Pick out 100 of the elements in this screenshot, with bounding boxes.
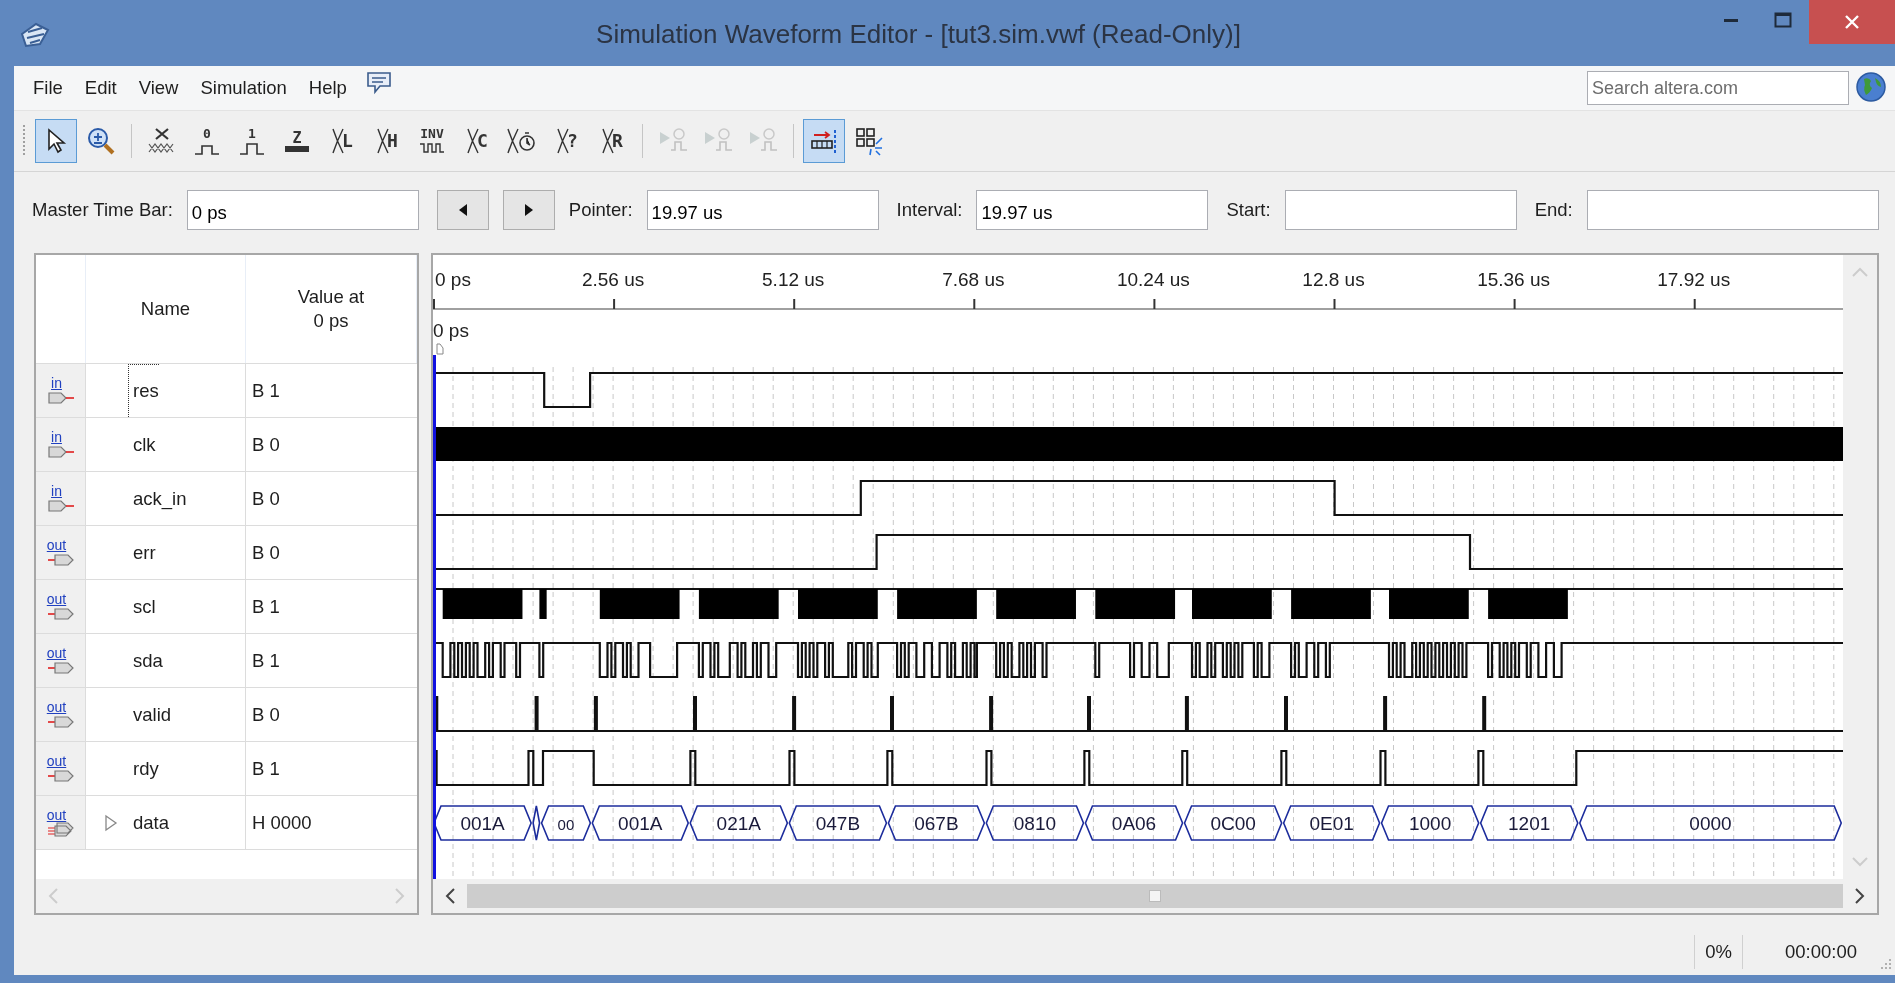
bus-value: 1000 [1408,813,1452,834]
time-label: 12.8 us [1302,269,1365,290]
time-label: 2.56 us [581,269,645,290]
bus-value: 047B [815,813,861,834]
signal-value: H 0000 [252,811,312,834]
field-label: Pointer: [568,198,633,221]
toolbar-button[interactable]: Z [276,119,318,163]
left-triangle-icon [457,202,468,217]
chevron-up-icon [1851,266,1869,278]
magnifier-icon [86,126,116,156]
toolbar-button[interactable]: R [591,119,633,163]
port-arrow-icon [46,767,75,784]
signal-name: err [132,541,156,565]
window-title: Simulation Waveform Editor - [tut3.sim.vwf (Read-Only)] [595,19,1242,50]
direction-label: out [46,591,67,606]
time-field[interactable]: 0 ps [186,189,419,230]
time-field[interactable] [1284,189,1517,230]
scrollbar-thumb[interactable] [467,884,1843,908]
bus-value: 001A [618,813,663,834]
signal-name: res [128,364,159,417]
time-bar-handle-icon [437,344,443,354]
grid-icon [854,126,884,156]
signal-value: B 1 [252,595,280,618]
column-header: Name [140,296,191,321]
port-arrow-icon [46,659,75,676]
direction-label: out [46,807,67,822]
signal-value: B 1 [252,757,280,780]
toolbar-button[interactable]: ? [546,119,588,163]
cursor-icon [45,127,67,155]
menu-item[interactable]: File [22,73,74,103]
bus-value: 021A [716,813,761,834]
toolbar-button[interactable] [35,119,77,163]
toolbar-button[interactable]: L [321,119,363,163]
bar-icon [285,145,309,152]
port-arrow-icon [46,821,75,838]
expand-arrow-icon[interactable] [104,813,118,832]
cross-wave-icon [331,126,346,156]
time-field[interactable] [1586,189,1879,230]
signal-value: B 0 [252,487,280,510]
time-field[interactable]: 19.97 us [976,189,1209,230]
time-field[interactable]: 19.97 us [646,189,879,230]
direction-label: in [51,429,62,444]
toolbar-button[interactable] [803,119,845,163]
previous-button[interactable] [436,189,489,230]
chevron-left-icon [47,887,59,905]
speech-bubble-icon [365,70,392,95]
direction-label: out [46,645,67,660]
signal-name: data [132,811,169,835]
bus-value: 0E01 [1309,813,1354,834]
signal-name: clk [132,433,156,457]
column-header: Value at 0 ps [297,284,365,333]
toolbar-button[interactable]: INV [411,119,453,163]
signal-name: valid [132,703,172,727]
menu-item[interactable]: Edit [73,73,128,103]
port-arrow-icon [46,389,75,406]
time-bar-label: 0 ps [433,320,469,341]
signal-value: B 1 [252,379,280,402]
field-label: Start: [1226,198,1271,221]
time-label: 15.36 us [1477,269,1551,290]
menu-item[interactable]: View [127,73,190,103]
time-label: 17.92 us [1657,269,1731,290]
bus-value: 0810 [1013,813,1057,834]
direction-label: in [51,483,62,498]
time-label: 7.68 us [942,269,1005,290]
menu-item[interactable]: Simulation [189,73,298,103]
port-arrow-icon [46,713,75,730]
bus-value: 0C00 [1210,813,1256,834]
close-icon [1844,14,1860,30]
signal-name: scl [132,595,156,619]
toolbar-button[interactable]: 1 [231,119,273,163]
search-field[interactable]: Search altera.com [1587,71,1849,105]
time-label: 5.12 us [762,269,825,290]
resize-grip-icon [1881,959,1891,969]
bus-value: 00 [557,816,575,833]
toolbar-button[interactable]: H [366,119,408,163]
menu-item[interactable]: Help [297,73,358,103]
direction-label: out [46,699,67,714]
direction-label: out [46,753,67,768]
port-arrow-icon [46,605,75,622]
field-label: Master Time Bar: [32,198,173,221]
clock-icon [506,126,538,156]
next-button[interactable] [502,189,555,230]
signal-name: sda [132,649,163,673]
port-arrow-icon [46,551,75,568]
elapsed-time: 00:00:00 [1785,941,1857,962]
bus-value: 0000 [1689,813,1732,834]
direction-label: in [51,375,62,390]
field-label: Interval: [896,198,963,221]
chevron-left-icon [444,887,456,905]
signal-name: rdy [132,757,159,781]
bus-value: 067B [914,813,959,834]
toolbar-button[interactable]: 0 [186,119,228,163]
port-arrow-icon [46,443,75,460]
port-arrow-icon [46,497,75,514]
chevron-down-icon [1851,856,1869,868]
signal-value: B 0 [252,541,280,564]
toolbar-button[interactable]: C [456,119,498,163]
minimize-icon [1724,18,1738,22]
cross-wave-icon [556,126,571,156]
time-label: 0 ps [435,269,471,290]
